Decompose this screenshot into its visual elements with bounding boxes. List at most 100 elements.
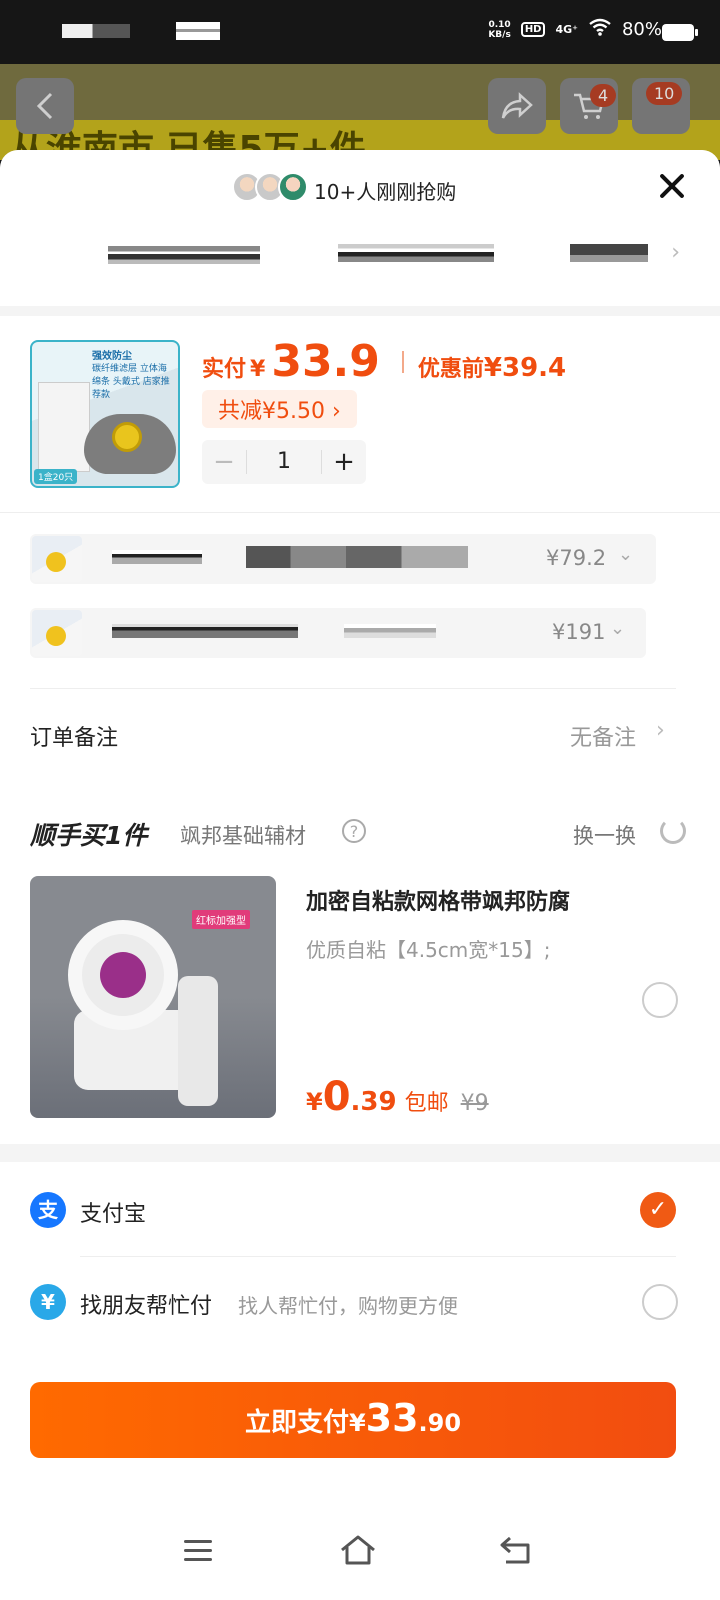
message-badge: 10 (646, 82, 683, 105)
currency-symbol: ¥ (250, 357, 266, 382)
payment-card: 支 支付宝 ✓ ¥ 找朋友帮忙付 找人帮忙付，购物更方便 立即支付 ¥ 33 .… (0, 1162, 720, 1600)
status-icons: 0.10 KB/s HD 4G⁺ 80% (488, 18, 662, 41)
variant-option[interactable]: ¥79.2 ⌄ (30, 534, 656, 584)
quantity-decrease-button[interactable]: − (202, 447, 246, 477)
redacted-address (108, 246, 260, 264)
tape-roll-graphic (178, 976, 218, 1106)
swap-button[interactable]: 换一换 (573, 820, 636, 850)
product-image-caption: 强效防尘 碳纤维滤层 立体海绵条 头戴式 店家推荐款 (92, 350, 172, 402)
redacted-notification (176, 22, 220, 40)
payment-method-alipay[interactable]: 支付宝 (80, 1196, 146, 1228)
help-icon[interactable]: ? (342, 819, 366, 843)
payment-method-friend[interactable]: 找朋友帮忙付 (80, 1288, 212, 1320)
pay-now-amount-integer: 33 (365, 1396, 419, 1440)
hd-icon: HD (520, 22, 546, 37)
free-shipping-label: 包邮 (404, 1091, 449, 1116)
divider (0, 512, 720, 513)
product-box-graphic (38, 382, 90, 472)
cart-badge: 4 (590, 84, 617, 107)
address-chevron-icon[interactable]: › (671, 240, 680, 265)
variant-price: ¥79.2 (546, 546, 607, 570)
divider (80, 1256, 676, 1257)
pay-now-button[interactable]: 立即支付 ¥ 33 .90 (30, 1382, 676, 1458)
original-price-label: 优惠前 (417, 357, 484, 382)
checkout-sheet: 10+人刚刚抢购 › 强效防尘 碳纤维滤层 立体海绵条 头戴式 店家推荐款 1盒… (0, 150, 720, 1600)
addon-description: 优质自粘【4.5cm宽*15】; (306, 938, 551, 962)
pay-label: 实付 (202, 357, 247, 382)
addon-image-tag: 红标加强型 (192, 910, 250, 929)
home-icon[interactable] (338, 1532, 378, 1568)
addon-price-integer: 0 (322, 1074, 351, 1120)
redacted-variant-name (344, 624, 436, 638)
price-separator (401, 350, 404, 373)
friend-pay-subtitle: 找人帮忙付，购物更方便 (238, 1294, 458, 1318)
quantity-increase-button[interactable]: + (322, 447, 366, 477)
variant-thumbnail (32, 536, 82, 582)
original-price: ¥39.4 (483, 353, 567, 383)
addon-name[interactable]: 加密自粘款网格带飒邦防腐 (306, 884, 570, 916)
order-note-chevron-icon[interactable]: › (656, 718, 665, 743)
buyer-avatars (232, 172, 308, 202)
status-bar: 0.10 KB/s HD 4G⁺ 80% (0, 0, 720, 64)
product-image-title: 强效防尘 (92, 351, 132, 362)
addon-image[interactable]: 红标加强型 (30, 876, 276, 1118)
variant-option[interactable]: ¥191 ⌄ (30, 608, 646, 658)
net-speed: 0.10 KB/s (488, 20, 510, 40)
addon-price-decimal: .39 (350, 1087, 397, 1117)
avatar (278, 172, 308, 202)
net-speed-unit: KB/s (488, 29, 511, 40)
friend-pay-radio[interactable] (642, 1284, 678, 1320)
pay-now-currency: ¥ (348, 1409, 366, 1437)
addon-price: ¥ 0 .39 包邮 ¥9 (306, 1074, 489, 1120)
addon-original-price: ¥9 (460, 1091, 489, 1116)
net-speed-value: 0.10 (488, 19, 511, 30)
system-nav-bar (0, 1502, 720, 1598)
close-icon[interactable] (654, 168, 690, 204)
chevron-down-icon[interactable]: ⌄ (618, 544, 633, 565)
redacted-time (62, 24, 130, 38)
quantity-value[interactable]: 1 (246, 450, 322, 474)
alipay-icon: 支 (30, 1192, 66, 1228)
share-icon (488, 78, 546, 134)
product-card: 强效防尘 碳纤维滤层 立体海绵条 头戴式 店家推荐款 1盒20只 实付 ¥ 33… (0, 316, 720, 786)
addon-select-radio[interactable] (642, 982, 678, 1018)
redacted-address (338, 244, 494, 262)
chevron-down-icon[interactable]: ⌄ (610, 618, 625, 639)
addon-card: 顺手买1件 飒邦基础辅材 ? 换一换 红标加强型 加密自粘款网格带飒邦防腐 优质… (0, 784, 720, 1144)
product-image-count: 1盒20只 (34, 469, 78, 484)
order-note-label: 订单备注 (30, 726, 119, 751)
sheet-header: 10+人刚刚抢购 › (0, 150, 720, 306)
menu-icon[interactable] (178, 1532, 218, 1568)
variant-price: ¥191 (552, 620, 606, 644)
redacted-variant-name (246, 546, 468, 568)
price-row: 实付 ¥ 33.9 优惠前 ¥39.4 (202, 336, 566, 387)
discount-badge[interactable]: 共减¥5.50 › (202, 390, 357, 428)
addon-title: 顺手买1件 (30, 821, 148, 850)
pay-now-amount-decimal: .90 (418, 1409, 462, 1437)
order-note-value[interactable]: 无备注 (570, 720, 636, 752)
variant-thumbnail (32, 610, 82, 656)
product-image-lines: 碳纤维滤层 立体海绵条 头戴式 店家推荐款 (92, 364, 170, 400)
tape-roll-graphic (68, 920, 178, 1030)
battery-percent: 80% (621, 19, 662, 40)
wifi-icon (588, 18, 612, 41)
mask-valve-graphic (112, 422, 142, 452)
redacted-variant-name (112, 550, 202, 564)
background-page: 从淮南市 已售5万+件 4 10 (0, 64, 720, 160)
alipay-selected-radio[interactable]: ✓ (640, 1192, 676, 1228)
addon-subtitle: 飒邦基础辅材 (180, 824, 306, 848)
redacted-variant-name (112, 624, 298, 638)
divider (30, 688, 676, 689)
addon-price-currency: ¥ (306, 1088, 323, 1116)
friend-pay-icon: ¥ (30, 1284, 66, 1320)
back-icon[interactable] (496, 1532, 536, 1568)
back-arrow-icon (16, 78, 74, 134)
signal-4g-icon: 4G⁺ (555, 23, 578, 36)
recent-buyers-text: 10+人刚刚抢购 (314, 180, 457, 204)
redacted-address (570, 244, 648, 262)
pay-now-label: 立即支付 (244, 1408, 349, 1438)
battery-icon (662, 24, 698, 41)
refresh-icon[interactable] (660, 818, 686, 844)
product-image[interactable]: 强效防尘 碳纤维滤层 立体海绵条 头戴式 店家推荐款 1盒20只 (30, 340, 180, 488)
quantity-stepper: − 1 + (202, 440, 366, 484)
